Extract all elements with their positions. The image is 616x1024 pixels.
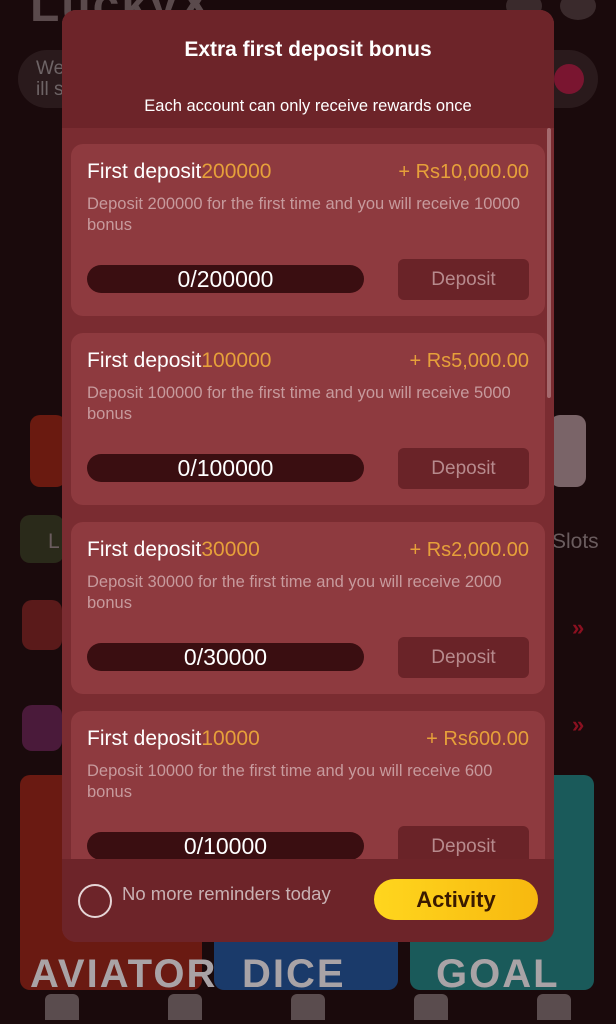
marquee-text: We ill s	[36, 58, 65, 100]
first-deposit-bonus-modal: Extra first deposit bonus Each account c…	[62, 10, 554, 942]
category-label-slots: Slots	[552, 530, 599, 553]
card-title-prefix: First deposit	[87, 538, 202, 561]
card-title-prefix: First deposit	[87, 349, 202, 372]
scrollbar[interactable]	[547, 128, 552, 859]
game-tile-left	[30, 415, 66, 487]
card-description: Deposit 30000 for the first time and you…	[87, 573, 502, 612]
game-tile-right	[550, 415, 586, 487]
deposit-progress: 0/200000	[87, 265, 364, 293]
deposit-button[interactable]: Deposit	[398, 826, 529, 859]
more-arrows-icon: »	[572, 615, 585, 640]
more-arrows-icon: »	[572, 712, 585, 737]
card-reward: + Rs10,000.00	[398, 161, 529, 183]
announcement-button	[554, 64, 584, 94]
nav-account-icon	[537, 994, 572, 1020]
card-title-amount: 10000	[201, 727, 260, 750]
nav-promo-icon	[290, 994, 325, 1020]
card-title-amount: 30000	[201, 538, 260, 561]
bottom-nav	[0, 984, 616, 1024]
gift-icon	[22, 705, 62, 751]
scrollbar-thumb[interactable]	[547, 128, 551, 398]
activity-button[interactable]: Activity	[374, 879, 538, 920]
card-title-amount: 100000	[201, 349, 272, 372]
modal-header: Extra first deposit bonus Each account c…	[62, 10, 554, 128]
card-reward: + Rs5,000.00	[409, 350, 529, 372]
bonus-card: First deposit10000 + Rs600.00 Deposit 10…	[71, 711, 545, 859]
modal-title: Extra first deposit bonus	[184, 38, 432, 61]
card-description: Deposit 10000 for the first time and you…	[87, 762, 493, 801]
user-icon	[560, 0, 596, 20]
modal-footer: No more reminders today Activity	[62, 859, 554, 942]
nav-home-icon	[44, 994, 79, 1020]
no-reminder-label[interactable]: No more reminders today	[122, 883, 331, 905]
card-title-prefix: First deposit	[87, 160, 202, 183]
deposit-button[interactable]: Deposit	[398, 448, 529, 489]
card-title-prefix: First deposit	[87, 727, 202, 750]
deposit-progress: 0/10000	[87, 832, 364, 859]
card-title-amount: 200000	[201, 160, 272, 183]
bonus-card: First deposit100000 + Rs5,000.00 Deposit…	[71, 333, 545, 505]
modal-subtitle: Each account can only receive rewards on…	[144, 97, 472, 115]
bonus-card: First deposit30000 + Rs2,000.00 Deposit …	[71, 522, 545, 694]
bonus-card-list[interactable]: First deposit200000 + Rs10,000.00 Deposi…	[62, 128, 554, 859]
category-label-left: L	[48, 530, 60, 553]
no-reminder-radio[interactable]	[78, 883, 112, 918]
card-description: Deposit 200000 for the first time and yo…	[87, 195, 520, 234]
nav-wallet-icon	[167, 994, 202, 1020]
deposit-progress: 0/30000	[87, 643, 364, 671]
deposit-button[interactable]: Deposit	[398, 259, 529, 300]
card-description: Deposit 100000 for the first time and yo…	[87, 384, 511, 423]
deposit-progress: 0/100000	[87, 454, 364, 482]
card-reward: + Rs2,000.00	[409, 539, 529, 561]
card-reward: + Rs600.00	[426, 728, 529, 750]
bonus-card: First deposit200000 + Rs10,000.00 Deposi…	[71, 144, 545, 316]
nav-gift-icon	[414, 994, 449, 1020]
deposit-button[interactable]: Deposit	[398, 637, 529, 678]
fruit-icon	[22, 600, 62, 650]
